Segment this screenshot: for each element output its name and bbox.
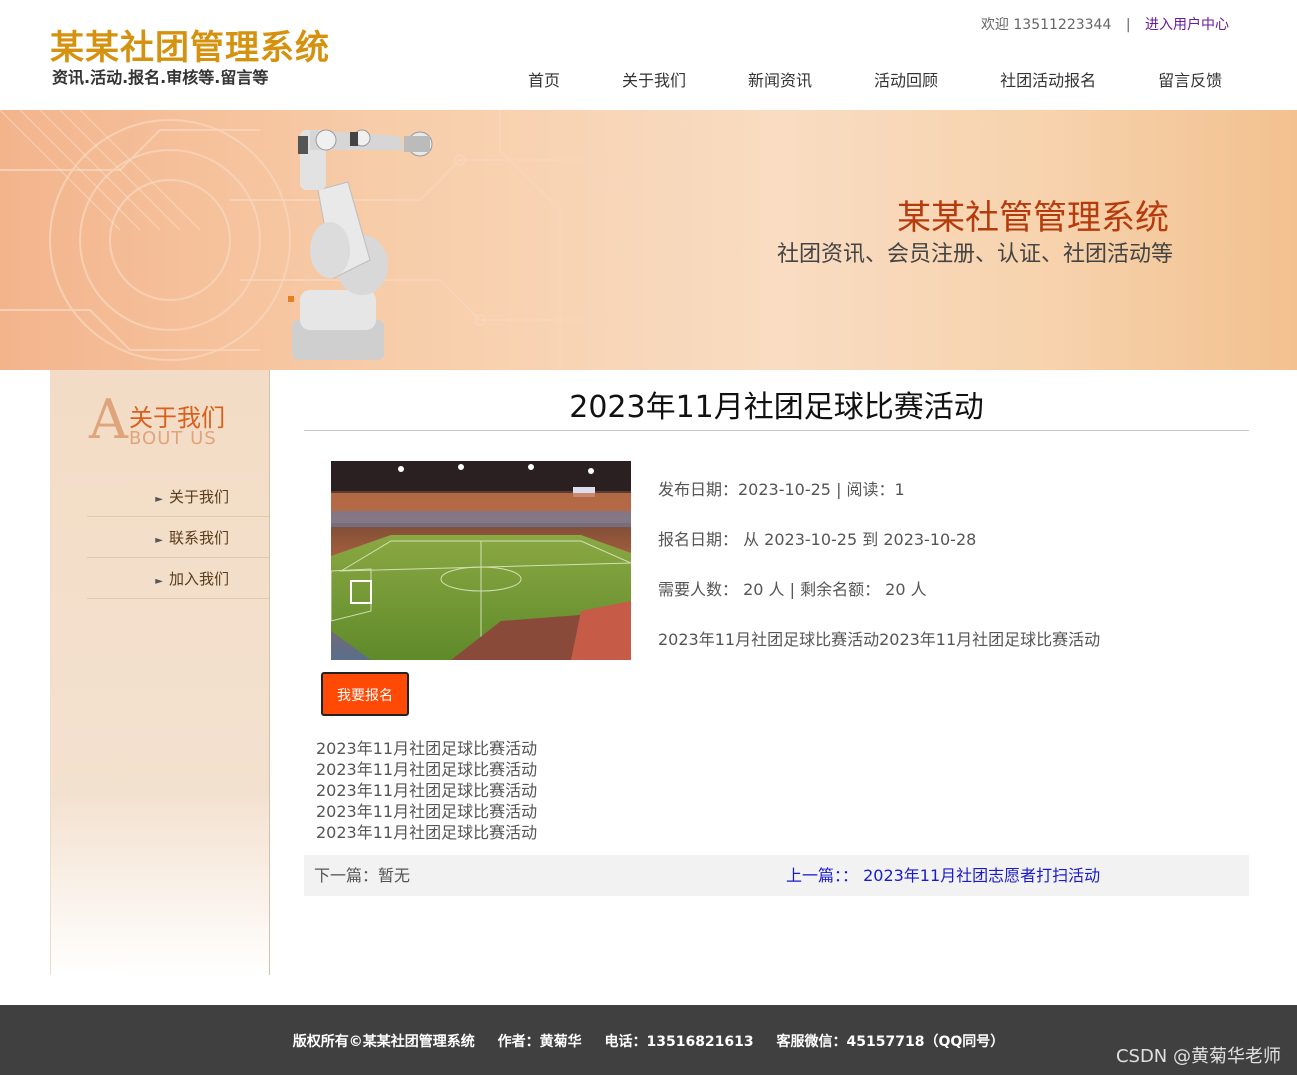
site-logo-subtitle: 资讯.活动.报名.审核等.留言等 <box>52 68 269 87</box>
description-line: 2023年11月社团足球比赛活动 <box>316 739 538 758</box>
chevron-right-icon: ► <box>155 576 163 587</box>
prev-article-link[interactable]: 上一篇：： 2023年11月社团志愿者打扫活动 <box>786 855 1100 896</box>
nav-feedback[interactable]: 留言反馈 <box>1127 70 1253 92</box>
topbar-separator: | <box>1125 17 1131 33</box>
footer-info: 版权所有©某某社团管理系统 作者：黄菊华 电话：13516821613 客服微信… <box>0 1031 1297 1051</box>
nav-news[interactable]: 新闻资讯 <box>717 70 843 92</box>
user-center-link[interactable]: 进入用户中心 <box>1145 17 1229 33</box>
site-footer: 版权所有©某某社团管理系统 作者：黄菊华 电话：13516821613 客服微信… <box>0 1005 1297 1075</box>
sidebar-heading-letter: A <box>89 388 128 451</box>
robot-arm-illustration <box>288 129 433 360</box>
banner-title: 某某社管管理系统 <box>897 198 1169 238</box>
activity-photo <box>331 461 631 660</box>
publish-info: 发布日期：2023-10-25 | 阅读：1 <box>658 480 905 499</box>
sidebar-item-label: 加入我们 <box>168 570 229 588</box>
nav-home[interactable]: 首页 <box>497 70 591 92</box>
activity-description: 2023年11月社团足球比赛活动 2023年11月社团足球比赛活动 2023年1… <box>316 738 537 843</box>
next-article: 下一篇：暂无 <box>314 866 411 885</box>
site-header: 某某社团管理系统 资讯.活动.报名.审核等.留言等 欢迎 13511223344… <box>0 0 1297 110</box>
stadium-image <box>331 461 631 660</box>
sidebar: A 关于我们 BOUT US ► 关于我们 ► 联系我们 ► 加入我们 <box>50 370 270 975</box>
description-line: 2023年11月社团足球比赛活动 <box>316 823 538 842</box>
site-logo-title[interactable]: 某某社团管理系统 <box>50 20 330 69</box>
sidebar-heading: A 关于我们 BOUT US <box>89 388 269 452</box>
user-topbar: 欢迎 13511223344 | 进入用户中心 <box>981 14 1229 34</box>
description-line: 2023年11月社团足球比赛活动 <box>316 781 538 800</box>
sidebar-heading-en: BOUT US <box>129 428 217 449</box>
chevron-right-icon: ► <box>155 535 163 546</box>
main-content: 2023年11月社团足球比赛活动 发布日期：2023-10-25 | 阅读：1 … <box>304 370 1249 896</box>
nav-activity-review[interactable]: 活动回顾 <box>843 70 969 92</box>
page-title: 2023年11月社团足球比赛活动 <box>569 390 984 425</box>
signup-button[interactable]: 我要报名 <box>321 672 409 716</box>
main-nav: 首页 关于我们 新闻资讯 活动回顾 社团活动报名 留言反馈 <box>497 70 1253 92</box>
hero-banner: 某某社管管理系统 社团资讯、会员注册、认证、社团活动等 <box>0 110 1297 370</box>
footer-author: 作者：黄菊华 <box>497 1034 582 1050</box>
title-divider <box>304 430 1249 431</box>
welcome-text: 欢迎 13511223344 <box>980 17 1112 33</box>
footer-phone: 电话：13516821613 <box>604 1034 754 1050</box>
sidebar-item-contact[interactable]: ► 联系我们 <box>87 517 269 558</box>
footer-wechat: 客服微信：45157718（QQ同号） <box>776 1034 1005 1050</box>
description-line: 2023年11月社团足球比赛活动 <box>316 802 538 821</box>
article-pager: 下一篇：暂无 上一篇：： 2023年11月社团志愿者打扫活动 <box>304 855 1249 896</box>
nav-activity-signup[interactable]: 社团活动报名 <box>969 70 1127 92</box>
quota-info: 需要人数： 20 人 | 剩余名额： 20 人 <box>658 580 927 599</box>
footer-copyright: 版权所有©某某社团管理系统 <box>292 1034 475 1050</box>
banner-subtitle: 社团资讯、会员注册、认证、社团活动等 <box>776 242 1173 267</box>
activity-meta: 发布日期：2023-10-25 | 阅读：1 报名日期： 从 2023-10-2… <box>658 476 1100 676</box>
sidebar-item-join[interactable]: ► 加入我们 <box>87 558 269 599</box>
nav-about[interactable]: 关于我们 <box>591 70 717 92</box>
description-line: 2023年11月社团足球比赛活动 <box>316 760 538 779</box>
activity-summary: 2023年11月社团足球比赛活动2023年11月社团足球比赛活动 <box>658 630 1101 649</box>
signup-date-info: 报名日期： 从 2023-10-25 到 2023-10-28 <box>658 530 977 549</box>
sidebar-item-about[interactable]: ► 关于我们 <box>87 476 269 517</box>
csdn-watermark: CSDN @黄菊华老师 <box>1115 1046 1281 1067</box>
chevron-right-icon: ► <box>155 494 163 505</box>
sidebar-item-label: 联系我们 <box>168 529 229 547</box>
sidebar-item-label: 关于我们 <box>168 488 229 506</box>
sidebar-menu: ► 关于我们 ► 联系我们 ► 加入我们 <box>87 476 269 599</box>
